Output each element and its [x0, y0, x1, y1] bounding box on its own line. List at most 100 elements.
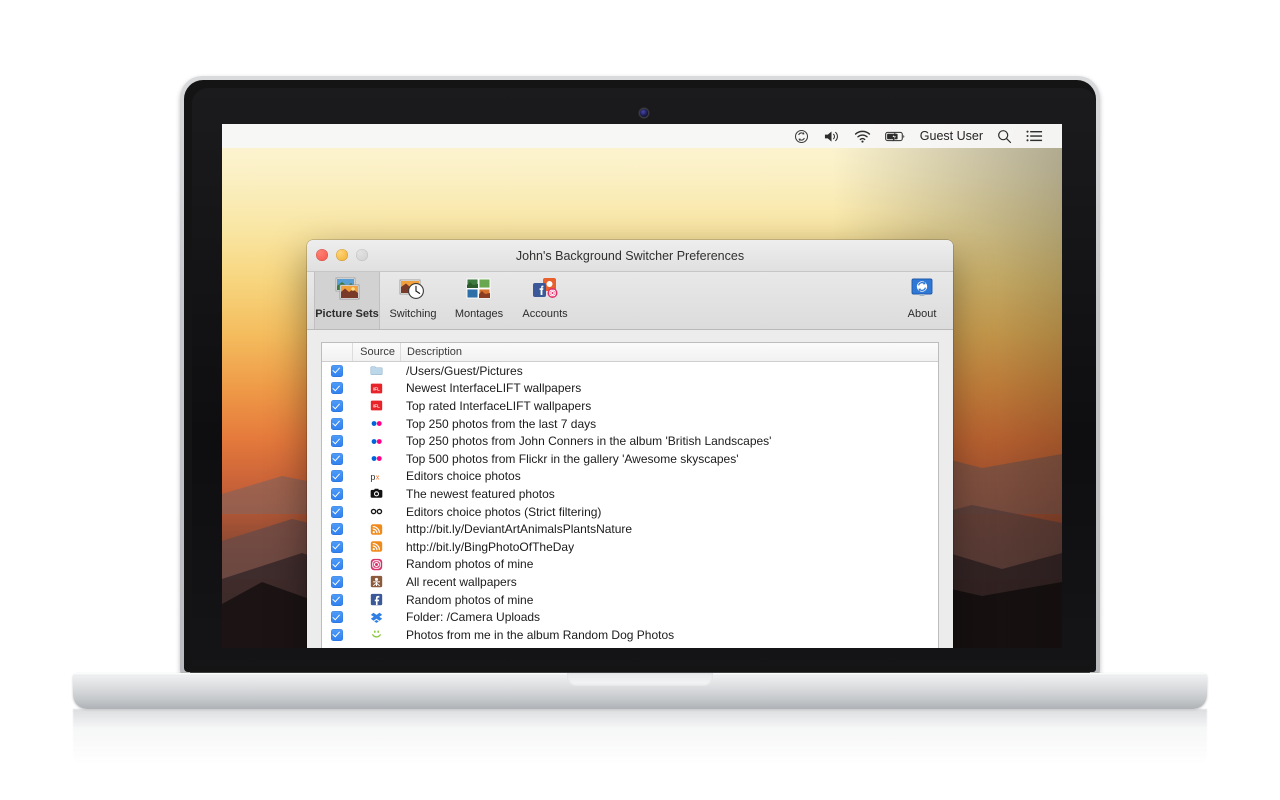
close-button[interactable] [316, 249, 328, 261]
svg-text:IFL: IFL [373, 386, 380, 391]
table-row[interactable]: p x Editors choice photos [322, 468, 938, 486]
table-row[interactable]: Editors choice photos (Strict filtering) [322, 503, 938, 521]
toolbar-label-accounts: Accounts [522, 308, 568, 320]
search-icon[interactable] [990, 124, 1019, 148]
table-row[interactable]: Top 250 photos from John Conners in the … [322, 432, 938, 450]
window-controls [316, 249, 368, 261]
row-checkbox[interactable] [322, 628, 352, 641]
toolbar-item-accounts[interactable]: Accounts [512, 272, 578, 329]
toolbar-label-picture-sets: Picture Sets [315, 308, 379, 320]
row-checkbox[interactable] [322, 399, 352, 412]
row-checkbox[interactable] [322, 558, 352, 571]
row-checkbox[interactable] [322, 452, 352, 465]
facebook-icon [352, 593, 400, 606]
row-checkbox[interactable] [322, 611, 352, 624]
switching-clock-icon [397, 276, 429, 306]
row-description: Newest InterfaceLIFT wallpapers [406, 381, 582, 396]
row-description: /Users/Guest/Pictures [406, 363, 523, 378]
window-toolbar: Picture Sets Switching Montages Accounts… [307, 272, 953, 330]
table-row[interactable]: IFL Top rated InterfaceLIFT wallpapers [322, 397, 938, 415]
zoom-button [356, 249, 368, 261]
row-checkbox[interactable] [322, 364, 352, 377]
header-description[interactable]: Description [401, 343, 938, 361]
webcam-icon [640, 109, 648, 117]
row-checkbox[interactable] [322, 505, 352, 518]
table-row[interactable]: Photos from me in the album Random Dog P… [322, 626, 938, 644]
about-icon [906, 276, 938, 306]
table-row[interactable]: Random photos of mine [322, 556, 938, 574]
toolbar-item-switching[interactable]: Switching [380, 272, 446, 329]
smugmug-icon [352, 628, 400, 641]
deviantart-icon [352, 575, 400, 588]
instagram-icon [352, 558, 400, 571]
screenshot-root: Guest User John's Background Switcher Pr… [0, 0, 1280, 800]
row-checkbox[interactable] [322, 435, 352, 448]
row-checkbox[interactable] [322, 487, 352, 500]
interfacelift-icon: IFL [352, 382, 400, 395]
picture-sets-icon [331, 276, 363, 306]
row-checkbox[interactable] [322, 593, 352, 606]
menubar-username[interactable]: Guest User [913, 124, 990, 148]
toolbar-item-montages[interactable]: Montages [446, 272, 512, 329]
row-checkbox[interactable] [322, 417, 352, 430]
row-description: Folder: /Camera Uploads [406, 610, 541, 625]
minimize-button[interactable] [336, 249, 348, 261]
toolbar-item-picture-sets[interactable]: Picture Sets [314, 272, 380, 329]
svg-text:p: p [370, 472, 375, 482]
row-description: http://bit.ly/BingPhotoOfTheDay [406, 539, 575, 554]
toolbar-label-montages: Montages [454, 308, 504, 320]
row-description: Editors choice photos (Strict filtering) [406, 504, 602, 519]
toolbar-item-about[interactable]: About [891, 272, 953, 329]
table-rows: /Users/Guest/Pictures IFL Newest Interface… [322, 362, 938, 648]
row-description: Top rated InterfaceLIFT wallpapers [406, 398, 592, 413]
toolbar-label-switching: Switching [389, 308, 437, 320]
lid-inner: Guest User John's Background Switcher Pr… [184, 80, 1096, 672]
flickr-icon [352, 417, 400, 430]
svg-text:x: x [375, 472, 379, 481]
table-row[interactable]: /Users/Guest/Pictures [322, 362, 938, 380]
row-description: Editors choice photos [406, 469, 521, 484]
row-checkbox[interactable] [322, 382, 352, 395]
row-checkbox[interactable] [322, 540, 352, 553]
row-description: Random photos of mine [406, 592, 534, 607]
window-titlebar: John's Background Switcher Preferences [307, 240, 953, 272]
table-header-row: Source Description [322, 343, 938, 362]
header-check-column [322, 343, 353, 361]
table-row[interactable]: The newest featured photos [322, 485, 938, 503]
wifi-icon[interactable] [847, 124, 878, 148]
table-row[interactable]: Top 250 photos from the last 7 days [322, 415, 938, 433]
camera-icon [352, 487, 400, 500]
table-row[interactable]: Random photos of mine [322, 591, 938, 609]
row-description: Top 250 photos from John Conners in the … [406, 434, 772, 449]
table-row[interactable]: IFL Newest InterfaceLIFT wallpapers [322, 380, 938, 398]
table-row[interactable]: Folder: /Camera Uploads [322, 608, 938, 626]
row-description: Top 500 photos from Flickr in the galler… [406, 451, 739, 466]
folder-icon [352, 364, 400, 377]
row-description: Random photos of mine [406, 557, 534, 572]
table-row[interactable]: http://bit.ly/BingPhotoOfTheDay [322, 538, 938, 556]
laptop-lid: Guest User John's Background Switcher Pr… [180, 76, 1100, 676]
macos-menubar: Guest User [222, 124, 1062, 148]
window-title: John's Background Switcher Preferences [515, 248, 745, 263]
header-source[interactable]: Source [353, 343, 401, 361]
infinity-icon [352, 505, 400, 518]
table-row[interactable]: Top 500 photos from Flickr in the galler… [322, 450, 938, 468]
flickr-icon [352, 452, 400, 465]
row-description: Top 250 photos from the last 7 days [406, 416, 597, 431]
volume-icon[interactable] [816, 124, 847, 148]
row-description: Photos from me in the album Random Dog P… [406, 627, 675, 642]
row-checkbox[interactable] [322, 575, 352, 588]
battery-icon[interactable] [878, 124, 913, 148]
dropbox-icon [352, 611, 400, 624]
toolbar-label-about: About [907, 308, 937, 320]
row-checkbox[interactable] [322, 470, 352, 483]
table-row[interactable]: http://bit.ly/DeviantArtAnimalsPlantsNat… [322, 520, 938, 538]
list-icon[interactable] [1019, 124, 1050, 148]
table-row[interactable]: All recent wallpapers [322, 573, 938, 591]
flickr-icon [352, 435, 400, 448]
sync-icon[interactable] [787, 124, 816, 148]
laptop-reflection [73, 709, 1207, 765]
rss-icon [352, 540, 400, 553]
row-checkbox[interactable] [322, 523, 352, 536]
fivehundredpx-icon: px [352, 470, 400, 483]
